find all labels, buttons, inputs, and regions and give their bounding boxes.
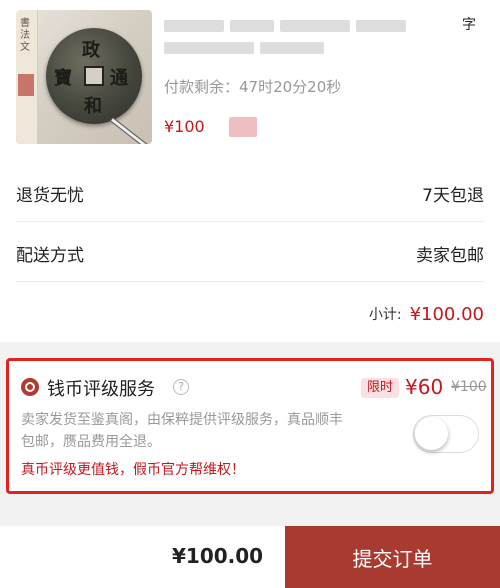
grading-seal-icon	[21, 378, 39, 396]
product-item[interactable]: 書法文 政 通 和 寶 字 付款剩余：47时20分20秒 ¥100	[0, 0, 500, 162]
product-thumbnail[interactable]: 書法文 政 通 和 寶	[16, 10, 152, 144]
subtotal-label: 小计:	[368, 307, 402, 323]
delivery-method-label: 配送方式	[16, 246, 84, 266]
service-name: 钱币评级服务	[47, 379, 155, 400]
return-policy-row[interactable]: 退货无忧 7天包退	[16, 166, 484, 222]
submit-order-button[interactable]: 提交订单	[285, 526, 500, 588]
order-total: ¥100.00	[172, 544, 264, 568]
service-toggle[interactable]	[413, 415, 479, 453]
price-blur	[229, 117, 257, 137]
return-policy-label: 退货无忧	[16, 186, 84, 206]
product-title-char: 字	[462, 17, 476, 33]
limited-time-badge: 限时	[361, 378, 400, 398]
coin-grading-service: 钱币评级服务 ? 限时 ¥60 ¥100 卖家发货至鉴真阁，由保粹提供评级服务，…	[6, 358, 494, 494]
order-page: 書法文 政 通 和 寶 字 付款剩余：47时20分20秒 ¥100 退货无忧 7…	[0, 0, 500, 588]
payment-countdown: 付款剩余：47时20分20秒	[164, 78, 342, 96]
tweezer-image	[111, 118, 152, 144]
product-title-blurred	[164, 14, 464, 54]
delivery-method-row[interactable]: 配送方式 卖家包邮	[16, 226, 484, 282]
checkout-bar: ¥100.00 提交订单	[0, 526, 500, 588]
order-card: 書法文 政 通 和 寶 字 付款剩余：47时20分20秒 ¥100 退货无忧 7…	[0, 0, 500, 342]
coin-image: 政 通 和 寶	[46, 28, 142, 124]
toggle-knob	[415, 417, 448, 450]
scroll-decoration: 書法文	[16, 10, 38, 144]
help-icon[interactable]: ?	[173, 379, 189, 395]
delivery-method-value: 卖家包邮	[416, 246, 484, 266]
service-original-price: ¥100	[451, 379, 487, 395]
product-price: ¥100	[164, 117, 205, 136]
subtotal: 小计: ¥100.00	[16, 292, 484, 336]
subtotal-value: ¥100.00	[409, 303, 484, 325]
service-slogan: 真币评级更值钱，假币官方帮维权！	[21, 462, 245, 478]
return-policy-value: 7天包退	[422, 186, 484, 206]
service-price: ¥60	[405, 375, 444, 399]
service-description: 卖家发货至鉴真阁，由保粹提供评级服务，真品顺丰包邮，赝品费用全退。	[21, 412, 343, 450]
